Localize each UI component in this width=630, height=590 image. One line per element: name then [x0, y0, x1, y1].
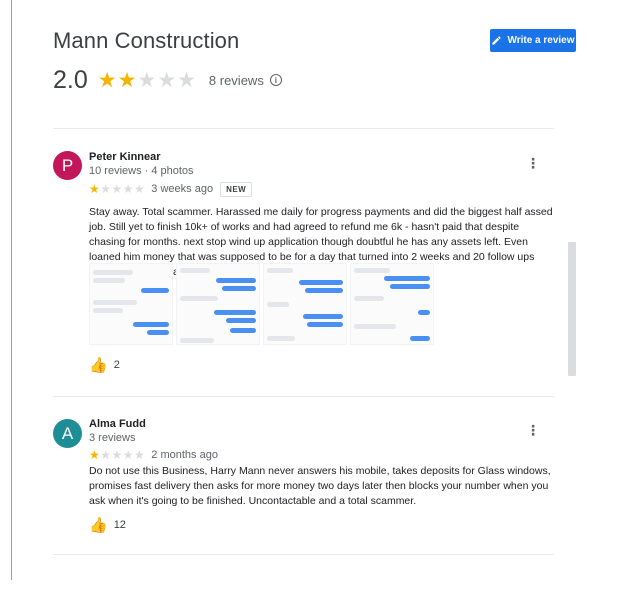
- review-rating: ★★★★★ 2 months ago: [89, 448, 218, 462]
- average-rating: 2.0: [53, 65, 88, 94]
- review-photos: [89, 263, 434, 345]
- reviewer-meta: 3 reviews: [89, 432, 136, 444]
- review-stars: ★★★★★: [89, 182, 146, 196]
- reviewer-meta: 10 reviews · 4 photos: [89, 165, 194, 177]
- write-review-button[interactable]: Write a review: [490, 29, 576, 52]
- divider: [53, 396, 554, 397]
- scrollbar[interactable]: [568, 242, 576, 376]
- review-photo[interactable]: [263, 263, 347, 345]
- review-photo[interactable]: [176, 263, 260, 345]
- business-title: Mann Construction: [53, 28, 240, 53]
- review-time: 3 weeks ago: [151, 183, 214, 195]
- review-time: 2 months ago: [151, 449, 218, 461]
- reviewer-name[interactable]: Peter Kinnear: [89, 151, 161, 163]
- rating-summary: 2.0 ★★★★★ 8 reviews i: [53, 64, 282, 96]
- write-review-label: Write a review: [507, 35, 575, 46]
- rating-stars: ★★★★★: [97, 68, 197, 92]
- avatar[interactable]: A: [53, 419, 82, 448]
- review-photo[interactable]: [350, 263, 434, 345]
- review-rating: ★★★★★ 3 weeks ago NEW: [89, 181, 253, 197]
- thumbs-up-icon: 👍: [89, 357, 108, 374]
- review-text: Do not use this Business, Harry Mann nev…: [89, 465, 551, 507]
- review-count[interactable]: 8 reviews: [209, 73, 264, 88]
- like-count: 12: [113, 519, 126, 531]
- review-photo[interactable]: [89, 263, 173, 345]
- avatar[interactable]: P: [53, 151, 82, 180]
- divider: [53, 128, 554, 129]
- pencil-icon: [492, 36, 502, 45]
- thumbs-up-icon: 👍: [89, 517, 108, 534]
- like-button[interactable]: 👍 12: [89, 516, 126, 534]
- like-count: 2: [113, 359, 120, 371]
- new-badge: NEW: [220, 181, 253, 197]
- reviewer-name[interactable]: Alma Fudd: [89, 418, 146, 430]
- divider: [53, 554, 554, 555]
- like-button[interactable]: 👍 2: [89, 356, 120, 374]
- more-options-icon[interactable]: ⋮: [526, 156, 540, 170]
- left-border: [11, 0, 12, 580]
- more-options-icon[interactable]: ⋮: [526, 423, 540, 437]
- review-stars: ★★★★★: [89, 448, 146, 462]
- info-icon[interactable]: i: [269, 74, 282, 86]
